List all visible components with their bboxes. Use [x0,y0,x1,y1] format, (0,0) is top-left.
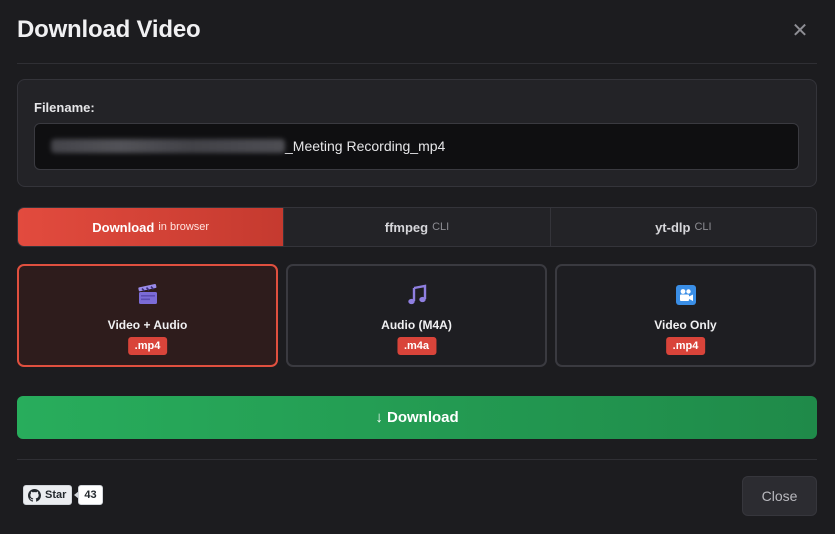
github-star-widget: Star 43 [23,485,103,505]
music-note-icon [288,284,545,306]
blurred-filename-prefix [51,139,285,153]
method-tabs: Download in browser ffmpeg CLI yt-dlp CL… [17,207,817,247]
tab-label: ffmpeg [384,219,429,235]
format-audio-m4a[interactable]: Audio (M4A) .m4a [286,264,547,367]
format-label: Video Only [654,318,717,332]
dialog-title: Download Video [17,16,201,43]
github-star-label: Star [45,489,67,501]
close-button[interactable]: Close [742,476,817,516]
format-video-only[interactable]: Video Only .mp4 [555,264,816,367]
tab-sub-label: in browser [158,221,210,233]
format-video-audio[interactable]: Video + Audio .mp4 [17,264,278,367]
filename-label: Filename: [34,100,95,115]
close-icon[interactable]: ✕ [789,20,811,42]
tab-download-browser[interactable]: Download in browser [18,208,285,246]
github-icon [28,488,41,502]
github-star-button[interactable]: Star [23,485,73,505]
header-divider [17,63,817,64]
tab-ffmpeg[interactable]: ffmpeg CLI [284,208,551,246]
download-dialog: Download Video ✕ Filename: _Meeting Reco… [0,0,835,534]
clapper-board-icon [19,284,276,306]
format-badge: .mp4 [665,337,706,355]
filename-input[interactable]: _Meeting Recording_mp4 [34,123,799,170]
filename-value: _Meeting Recording_mp4 [285,138,446,154]
github-star-count[interactable]: 43 [74,485,103,505]
filename-card: Filename: _Meeting Recording_mp4 [17,79,817,187]
format-label: Video + Audio [107,318,188,332]
tab-sub-label: CLI [694,221,712,233]
footer-divider [17,459,817,460]
tab-sub-label: CLI [432,221,450,233]
video-camera-icon [557,284,814,306]
download-button[interactable]: ↓ Download [17,396,817,439]
format-label: Audio (M4A) [381,318,452,332]
tab-label: Download [92,219,155,235]
format-badge: .m4a [396,337,437,355]
tab-yt-dlp[interactable]: yt-dlp CLI [551,208,816,246]
format-badge: .mp4 [127,337,168,355]
tab-label: yt-dlp [655,219,691,235]
